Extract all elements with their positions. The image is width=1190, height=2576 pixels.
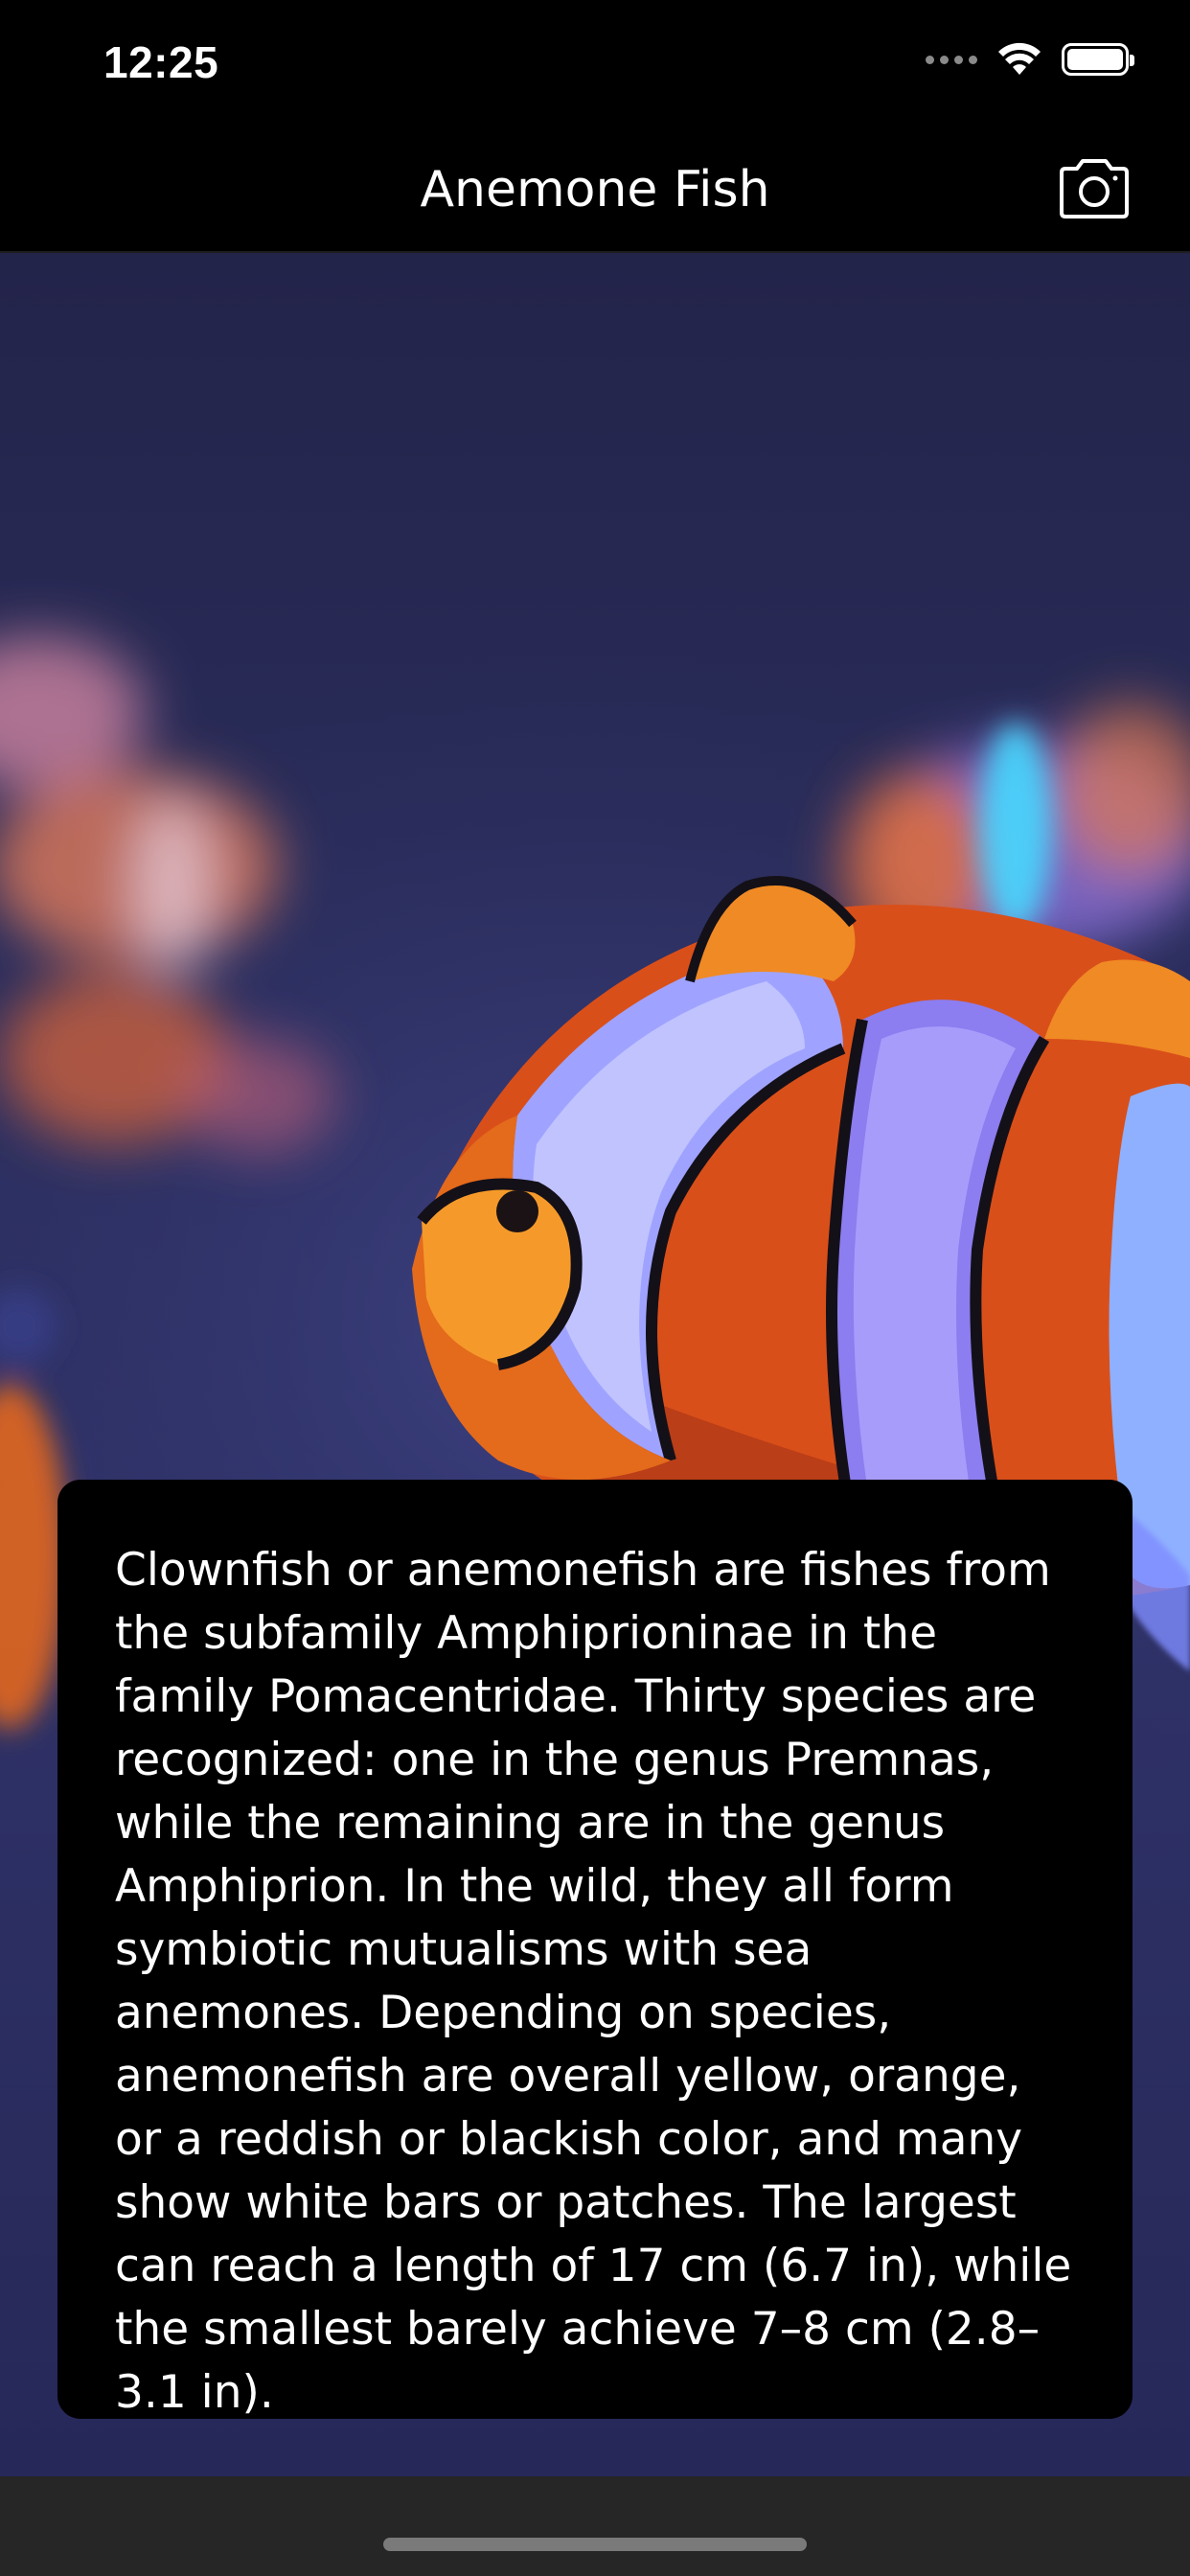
- battery-icon: [1062, 43, 1134, 76]
- home-indicator[interactable]: [383, 2538, 807, 2551]
- wifi-icon: [998, 42, 1041, 75]
- description-text: Clownfish or anemonefish are fishes from…: [115, 1544, 1072, 2419]
- camera-button[interactable]: [1056, 157, 1133, 220]
- status-time: 12:25: [103, 37, 219, 87]
- status-bar: 12:25: [0, 0, 1190, 134]
- cellular-signal-icon: [926, 55, 977, 64]
- home-indicator-area: [0, 2476, 1190, 2576]
- page-title: Anemone Fish: [420, 161, 770, 218]
- camera-icon: [1060, 159, 1129, 218]
- description-card: Clownfish or anemonefish are fishes from…: [57, 1480, 1133, 2419]
- navigation-bar: Anemone Fish: [0, 134, 1190, 253]
- status-icons: [926, 42, 1134, 77]
